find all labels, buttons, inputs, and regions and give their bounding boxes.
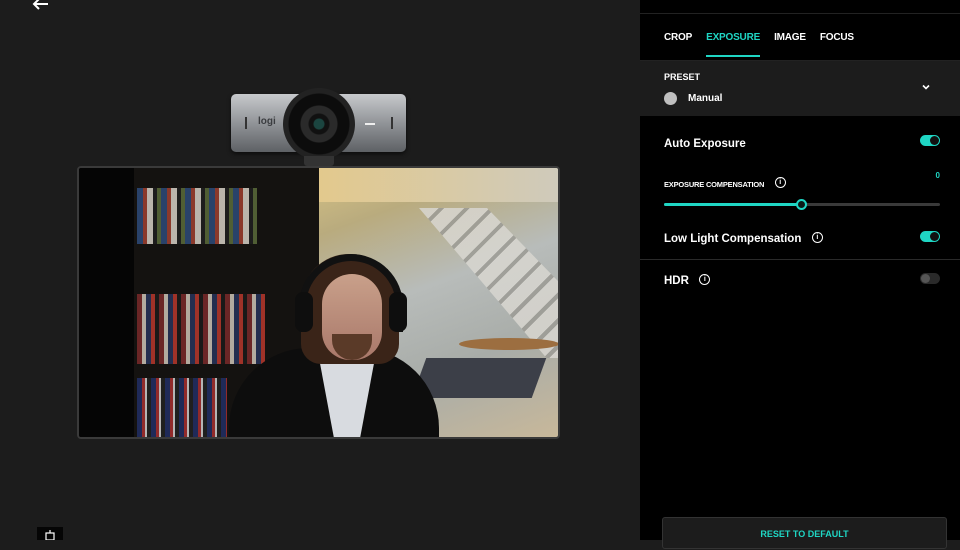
exposure-compensation-value: 0	[935, 171, 940, 180]
books-row	[137, 188, 257, 244]
reset-to-default-button[interactable]: RESET TO DEFAULT	[662, 517, 947, 549]
tab-focus[interactable]: FOCUS	[820, 32, 854, 43]
exposure-compensation-row: EXPOSURE COMPENSATION i 0	[664, 171, 940, 192]
info-icon[interactable]: i	[811, 232, 823, 244]
camera-preview	[77, 166, 560, 439]
tab-bar: CROP EXPOSURE IMAGE FOCUS	[640, 14, 960, 61]
info-icon[interactable]: i	[699, 274, 711, 286]
webcam-mount	[304, 156, 334, 166]
auto-exposure-row: Auto Exposure	[664, 134, 940, 152]
table	[459, 338, 558, 350]
arrow-left-icon[interactable]	[30, 0, 50, 12]
preset-label: PRESET	[664, 72, 701, 82]
preset-color-dot	[664, 92, 677, 105]
info-icon[interactable]: i	[774, 177, 786, 189]
books-row	[137, 378, 227, 437]
webcam-lens	[283, 88, 355, 160]
hdr-label: HDR	[664, 275, 689, 287]
tab-exposure[interactable]: EXPOSURE	[706, 32, 760, 57]
tab-image[interactable]: IMAGE	[774, 32, 806, 43]
brand-logo: logi	[258, 116, 276, 127]
preview-scene	[79, 168, 558, 437]
preset-value: Manual	[688, 93, 723, 104]
auto-exposure-label: Auto Exposure	[664, 138, 746, 150]
camera-view-area: logi	[0, 0, 640, 541]
webcam-indicator	[365, 123, 375, 125]
exposure-compensation-slider[interactable]	[664, 199, 940, 210]
low-light-label: Low Light Compensation	[664, 233, 802, 245]
toggle-knob	[921, 274, 930, 283]
toggle-knob	[930, 232, 939, 241]
headphone-cup	[389, 292, 407, 332]
settings-panel: CROP EXPOSURE IMAGE FOCUS PRESET Manual …	[640, 0, 960, 549]
slider-fill	[664, 203, 802, 206]
low-light-toggle[interactable]	[920, 231, 940, 242]
headphone-cup	[295, 292, 313, 332]
hdr-toggle[interactable]	[920, 273, 940, 284]
panel-top-bar	[640, 0, 960, 14]
webcam-mark	[391, 117, 393, 129]
books-row	[137, 294, 265, 364]
tab-crop[interactable]: CROP	[664, 32, 692, 43]
device-icon[interactable]	[37, 527, 63, 541]
webcam-mark	[245, 117, 247, 129]
toggle-knob	[930, 136, 939, 145]
section-divider	[640, 259, 960, 260]
exposure-compensation-label: EXPOSURE COMPENSATION	[664, 180, 765, 189]
slider-thumb[interactable]	[796, 199, 807, 210]
preset-dropdown[interactable]: PRESET Manual	[640, 61, 960, 116]
auto-exposure-toggle[interactable]	[920, 135, 940, 146]
hdr-row: HDR i	[664, 271, 940, 289]
rug	[411, 358, 547, 398]
ceiling	[305, 168, 558, 202]
chevron-down-icon[interactable]	[922, 83, 930, 91]
low-light-row: Low Light Compensation i	[664, 229, 940, 247]
